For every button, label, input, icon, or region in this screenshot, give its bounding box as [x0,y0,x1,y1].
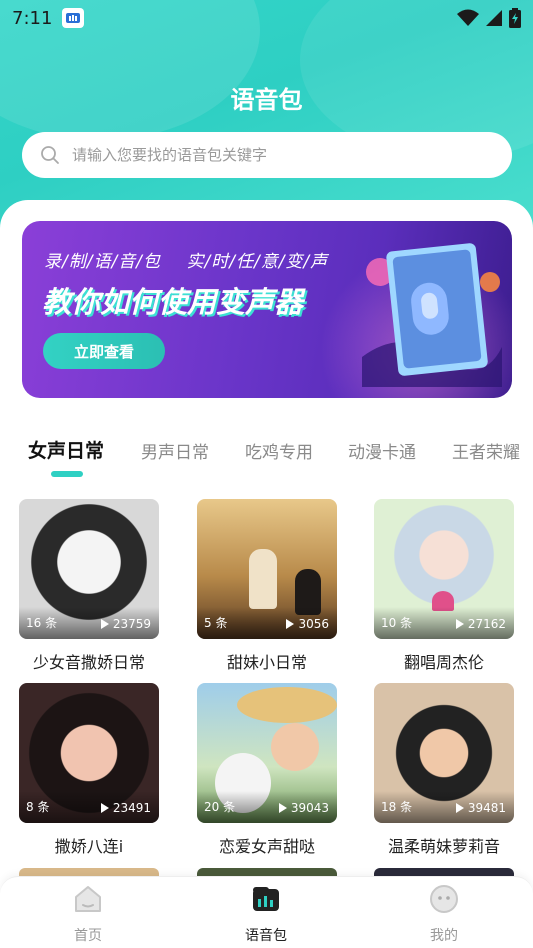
voice-pack-icon [253,887,279,911]
play-icon [278,803,287,813]
voice-pack-card[interactable]: 20 条 39043 恋爱女声甜哒 [197,683,337,857]
search-bar[interactable] [22,132,512,178]
play-icon [455,803,464,813]
card-thumbnail: 10 条 27162 [374,499,514,639]
play-icon [100,619,109,629]
card-title: 翻唱周杰伦 [403,653,484,672]
app-notification-icon [62,8,85,28]
voice-pack-card[interactable]: 16 条 23759 少女音撒娇日常 [19,499,159,673]
card-thumbnail: 20 条 39043 [197,683,337,823]
next-row-peek [374,868,514,876]
status-bar: 7:11 [0,0,533,36]
card-title: 少女音撒娇日常 [32,653,145,672]
profile-icon [430,885,458,913]
card-plays: 3056 [286,617,329,631]
active-tab-indicator [51,471,83,477]
card-thumbnail: 16 条 23759 [19,499,159,639]
wifi-icon [457,9,479,26]
tab-male-daily[interactable]: 男声日常 [141,438,209,463]
page-title: 语音包 [230,86,303,114]
nav-profile-label: 我的 [430,928,458,944]
card-count: 5 条 [204,616,228,630]
voice-pack-card[interactable]: 10 条 27162 翻唱周杰伦 [374,499,514,673]
card-title: 恋爱女声甜哒 [218,837,315,856]
promo-banner[interactable]: 录/制/语/音/包 实/时/任/意/变/声 教你如何使用变声器 立即查看 [22,221,512,398]
home-icon [75,886,101,912]
voice-pack-card[interactable]: 8 条 23491 撒娇八连i [19,683,159,857]
card-count: 18 条 [381,800,413,814]
tab-anime[interactable]: 动漫卡通 [348,438,416,463]
card-count: 16 条 [26,616,58,630]
card-thumbnail: 5 条 3056 [197,499,337,639]
voice-pack-card[interactable]: 5 条 3056 甜妹小日常 [197,499,337,673]
banner-subtitle: 录/制/语/音/包 实/时/任/意/变/声 [44,252,329,272]
nav-voice-pack[interactable]: 语音包 [226,883,306,945]
card-thumbnail: 18 条 39481 [374,683,514,823]
nav-home[interactable]: 首页 [48,883,128,945]
search-icon [41,146,59,164]
battery-icon [509,8,521,28]
next-row-peek [19,868,159,876]
view-now-button[interactable]: 立即查看 [43,333,165,369]
voice-pack-card[interactable]: 18 条 39481 温柔萌妹萝莉音 [374,683,514,857]
nav-home-label: 首页 [74,928,102,944]
tab-female-daily[interactable]: 女声日常 [28,436,104,463]
card-count: 20 条 [204,800,236,814]
nav-voice-pack-label: 语音包 [245,928,287,944]
card-plays: 39043 [278,801,329,815]
banner-headline: 教你如何使用变声器 [42,285,304,319]
card-count: 10 条 [381,616,413,630]
tab-honor-of-kings[interactable]: 王者荣耀 [452,438,520,463]
card-title: 温柔萌妹萝莉音 [387,837,500,856]
card-thumbnail: 8 条 23491 [19,683,159,823]
tab-pubg[interactable]: 吃鸡专用 [245,438,313,463]
play-icon [100,803,109,813]
bottom-navigation: 首页 语音包 我的 [0,876,533,948]
card-plays: 39481 [455,801,506,815]
nav-profile[interactable]: 我的 [404,883,484,945]
card-plays: 27162 [455,617,506,631]
status-time: 7:11 [12,7,53,29]
card-plays: 23759 [100,617,151,631]
signal-icon [486,10,502,26]
play-icon [455,619,464,629]
voice-book-illustration [362,243,502,387]
card-plays: 23491 [100,801,151,815]
category-tabs: 女声日常 男声日常 吃鸡专用 动漫卡通 王者荣耀 [0,430,533,478]
card-title: 撒娇八连i [54,837,124,856]
next-row-peek [197,868,337,876]
play-icon [286,619,295,629]
search-input[interactable] [72,146,472,164]
card-count: 8 条 [26,800,50,814]
card-title: 甜妹小日常 [226,653,307,672]
